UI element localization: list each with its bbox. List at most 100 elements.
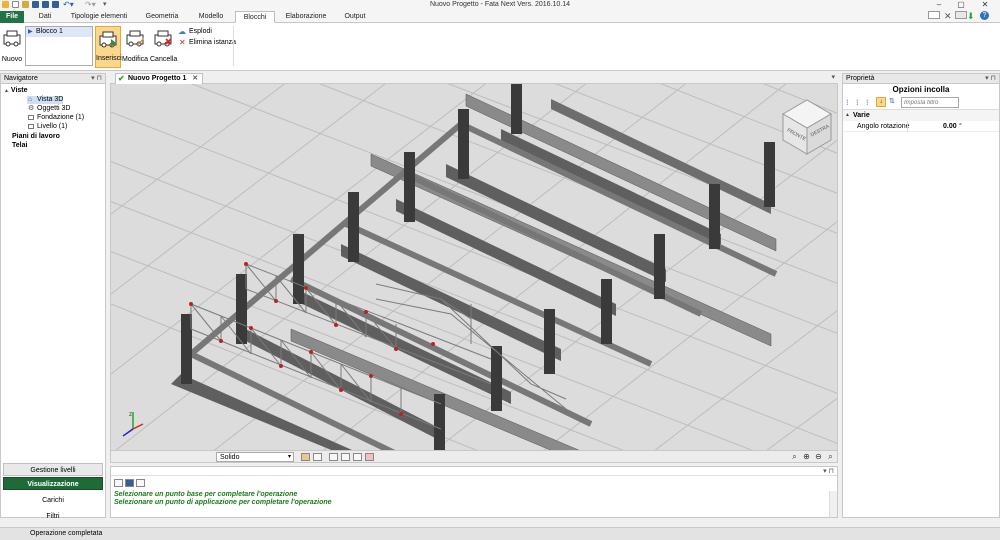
sort-icon[interactable]: ⇅	[889, 97, 895, 105]
delete-label: Cancella	[150, 56, 178, 63]
property-divider	[907, 121, 908, 132]
insert-icon	[99, 31, 117, 48]
visualizzazione-button[interactable]: Visualizzazione	[3, 477, 103, 490]
image-icon[interactable]	[313, 453, 322, 461]
help-icon[interactable]: ?	[980, 11, 989, 20]
modify-icon	[126, 30, 144, 47]
export-icon[interactable]	[353, 453, 362, 461]
new-block-icon	[3, 30, 21, 47]
navigator-title: Navigatore	[4, 75, 38, 82]
tab-geometria[interactable]: Geometria	[140, 11, 184, 23]
pin-icon[interactable]: ▾ ⊓	[91, 74, 102, 84]
properties-panel: Proprietà ▾ ⊓ Opzioni incolla ⁝ ⁝ ⁝ ↓ ⇅ …	[842, 73, 1000, 518]
explode-button[interactable]: ☁ Esplodi	[178, 27, 212, 37]
ribbon: Nuovo ▶ Blocco 1 Inserisci Modifica Canc…	[0, 23, 1000, 71]
tools-icon[interactable]: ✕	[944, 10, 952, 22]
delete-instance-icon: ✕	[179, 38, 186, 47]
property-row-angolo-rotazione[interactable]: Angolo rotazione 0.00 °	[843, 121, 999, 132]
document-tab-bar: ✔ Nuovo Progetto 1 ✕ ▾	[110, 73, 838, 84]
property-value[interactable]: 0.00	[943, 121, 957, 132]
filter-input[interactable]	[901, 97, 959, 108]
folder-icon[interactable]	[301, 453, 310, 461]
categorized-icon[interactable]: ⁝	[846, 98, 849, 107]
tree-node-piani-di-lavoro[interactable]: Piani di lavoro	[12, 133, 60, 141]
tree-node-vista-3d[interactable]: ⌂ Vista 3D	[27, 96, 64, 104]
tree-node-fondazione[interactable]: Fondazione (1)	[27, 114, 84, 122]
3d-viewport[interactable]: z FRONTE DESTRA	[110, 84, 838, 450]
tab-menu-icon[interactable]: ▾	[831, 73, 835, 83]
pdf-icon[interactable]	[365, 453, 374, 461]
explode-icon: ☁	[178, 27, 186, 36]
property-unit: °	[959, 123, 962, 130]
delete-instance-button[interactable]: ✕ Elimina istanza	[178, 38, 236, 48]
info-icon[interactable]	[329, 453, 338, 461]
properties-header: Proprietà ▾ ⊓	[843, 74, 999, 84]
command-panel-pin-icon[interactable]: ▾ ⊓	[823, 467, 834, 475]
collapse-all-icon[interactable]: ⁝	[866, 98, 869, 107]
insert-button[interactable]: Inserisci	[95, 26, 122, 68]
ribbon-group-divider	[233, 26, 234, 66]
tab-modello[interactable]: Modello	[192, 11, 230, 23]
tab-tipologie-elementi[interactable]: Tipologie elementi	[66, 11, 132, 23]
display-mode-select[interactable]: Solido ▾	[216, 452, 294, 462]
tab-file[interactable]: File	[0, 11, 24, 23]
expand-icon[interactable]: ⁝	[856, 98, 859, 107]
close-tab-icon[interactable]: ✕	[192, 75, 198, 82]
tab-output[interactable]: Output	[338, 11, 372, 23]
command-scrollbar[interactable]	[829, 491, 837, 517]
properties-toolbar: ⁝ ⁝ ⁝ ↓ ⇅	[843, 96, 999, 110]
zoom-out-icon[interactable]: ⊖	[813, 451, 824, 462]
close-button[interactable]: ✕	[976, 0, 994, 10]
display-mode-value: Solido	[220, 454, 240, 461]
category-varie[interactable]: ▲ Varie	[843, 110, 999, 121]
tab-elaborazione[interactable]: Elaborazione	[282, 11, 330, 23]
status-bar: Operazione completata	[0, 527, 1000, 540]
collapse-icon[interactable]: ▲	[4, 88, 9, 94]
ribbon-tab-bar: File Dati Tipologie elementi Geometria M…	[0, 10, 1000, 23]
new-doc-icon[interactable]	[114, 479, 123, 487]
3d-scene[interactable]: z	[111, 84, 838, 450]
filtri-button[interactable]: Filtri	[3, 510, 103, 523]
new-block-button[interactable]: Nuovo	[1, 26, 23, 68]
window-layout-icon[interactable]	[928, 11, 940, 19]
update-icon[interactable]: ⬇	[967, 10, 975, 22]
category-collapse-icon[interactable]: ▲	[845, 110, 850, 121]
tree-node-telai[interactable]: Telai	[12, 142, 27, 150]
table-icon[interactable]	[341, 453, 350, 461]
zoom-window-icon[interactable]: ⌕	[789, 451, 800, 462]
tree-node-viste[interactable]: ▲ Viste	[4, 87, 28, 95]
tab-blocchi[interactable]: Blocchi	[235, 11, 275, 23]
block-list[interactable]: ▶ Blocco 1	[25, 26, 93, 66]
insert-label: Inserisci	[96, 55, 122, 62]
minimize-button[interactable]: –	[930, 0, 948, 10]
viewport-toolbar: Solido ▾ ⌕ ⊕ ⊖ ⌕	[110, 450, 838, 463]
view-cube-icon[interactable]	[779, 88, 835, 156]
tree-node-livello[interactable]: Livello (1)	[27, 123, 67, 131]
window-title: Nuovo Progetto - Fata Next Vers. 2016.10…	[429, 1, 571, 8]
gestione-livelli-button[interactable]: Gestione livelli	[3, 463, 103, 476]
delete-instance-label: Elimina istanza	[189, 39, 237, 46]
sort-az-icon[interactable]: ↓	[876, 97, 886, 107]
command-message-2: Selezionare un punto di applicazione per…	[114, 499, 332, 506]
maximize-button[interactable]: ▢	[952, 0, 970, 10]
modify-button[interactable]: Modifica	[122, 26, 148, 68]
save-log-icon[interactable]	[125, 479, 134, 487]
tree-node-oggetti-3d[interactable]: ⚙ Oggetti 3D	[27, 105, 70, 113]
calculator-icon[interactable]	[955, 11, 967, 19]
document-tab[interactable]: ✔ Nuovo Progetto 1 ✕	[115, 73, 204, 84]
copy-log-icon[interactable]	[136, 479, 145, 487]
command-panel: ▾ ⊓ Selezionare un punto base per comple…	[110, 466, 838, 518]
zoom-in-icon[interactable]: ⊕	[801, 451, 812, 462]
command-panel-header: ▾ ⊓	[111, 467, 837, 476]
view-cube[interactable]: FRONTE DESTRA	[779, 88, 835, 156]
dropdown-arrow-icon: ▾	[287, 454, 291, 460]
block-list-item[interactable]: ▶ Blocco 1	[26, 27, 92, 37]
zoom-extents-icon[interactable]: ⌕	[825, 451, 836, 462]
properties-title: Proprietà	[846, 75, 875, 82]
carichi-button[interactable]: Carichi	[3, 494, 103, 507]
tab-dati[interactable]: Dati	[32, 11, 58, 23]
properties-section-title: Opzioni incolla	[892, 85, 950, 94]
delete-button[interactable]: Cancella	[150, 26, 178, 68]
properties-pin-icon[interactable]: ▾ ⊓	[985, 74, 996, 84]
navigator-header: Navigatore ▾ ⊓	[1, 74, 105, 84]
